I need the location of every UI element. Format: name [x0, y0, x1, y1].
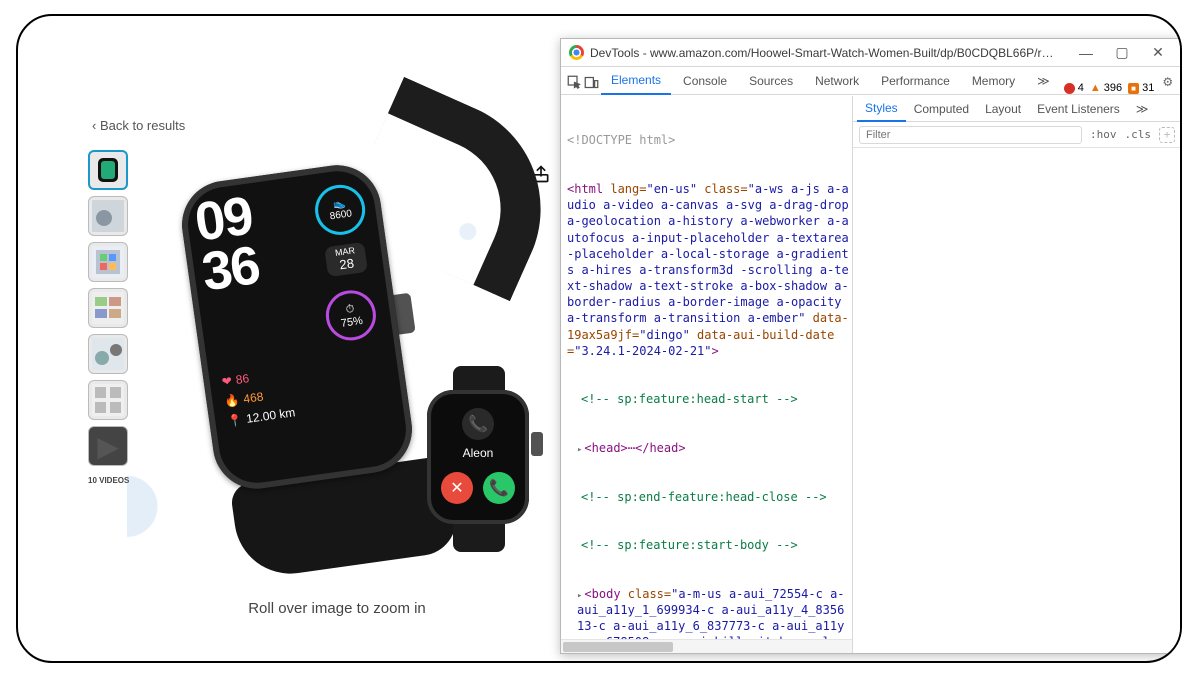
thumbnail-strip: ▶ 10 VIDEOS [88, 150, 129, 485]
thumbnail-video-label: 10 VIDEOS [88, 476, 129, 485]
tab-memory[interactable]: Memory [962, 68, 1025, 94]
watch2-body: 📞 Aleon ✕ 📞 [427, 390, 529, 524]
inspect-element-icon[interactable] [567, 72, 582, 94]
thumbnail-4[interactable] [88, 288, 128, 328]
side-tab-layout[interactable]: Layout [977, 97, 1029, 121]
tab-console[interactable]: Console [673, 68, 737, 94]
zoom-caption: Roll over image to zoom in [138, 600, 536, 617]
tab-network[interactable]: Network [805, 68, 869, 94]
elements-dom-tree[interactable]: <!DOCTYPE html> <html lang="en-us" class… [561, 96, 853, 653]
styles-filter-input[interactable] [859, 126, 1082, 144]
doctype-line: <!DOCTYPE html> [567, 132, 850, 148]
devtools-window: DevTools - www.amazon.com/Hoowel-Smart-W… [560, 38, 1182, 654]
back-to-results-link[interactable]: ‹ Back to results [92, 118, 185, 133]
back-label: Back to results [100, 118, 185, 133]
code-h-scrollbar[interactable] [561, 639, 852, 653]
date-pill: MAR28 [324, 242, 368, 277]
tab-elements[interactable]: Elements [601, 67, 671, 95]
comment-body-start: <!-- sp:feature:start-body --> [567, 537, 850, 553]
side-tab-styles[interactable]: Styles [857, 96, 906, 122]
watch-main-body: 09 36 👟8600 MAR28 ⏱75% ❤ 86 🔥 468 📍 12.0… [176, 160, 417, 495]
devtools-main-tabs: Elements Console Sources Network Perform… [561, 67, 1181, 95]
thumbnail-3[interactable] [88, 242, 128, 282]
chrome-logo-icon [569, 45, 584, 60]
maximize-button[interactable]: ▢ [1107, 44, 1137, 61]
tab-sources[interactable]: Sources [739, 68, 803, 94]
decline-call-button[interactable]: ✕ [441, 472, 473, 504]
close-button[interactable]: ✕ [1143, 44, 1173, 61]
side-tab-computed[interactable]: Computed [906, 97, 977, 121]
device-toolbar-icon[interactable] [584, 72, 599, 94]
steps-value: 8600 [329, 208, 353, 222]
hr-stat: ❤ 86 [221, 371, 250, 389]
cal-stat: 🔥 468 [224, 389, 265, 408]
side-tab-event-listeners[interactable]: Event Listeners [1029, 97, 1128, 121]
presentation-frame: ‹ Back to results ▶ 10 VIDEOS 09 36 [16, 14, 1182, 663]
dist-stat: 📍 12.00 km [227, 405, 297, 428]
thumbnail-video[interactable]: ▶ [88, 426, 128, 466]
hov-toggle[interactable]: :hov [1090, 128, 1117, 141]
incoming-call-icon: 📞 [462, 408, 494, 440]
new-style-rule-button[interactable]: + [1159, 127, 1175, 143]
comment-head-start: <!-- sp:feature:head-start --> [567, 391, 850, 407]
thumbnail-5[interactable] [88, 334, 128, 374]
percent-value: 75% [340, 314, 363, 329]
minimize-button[interactable]: — [1071, 45, 1101, 61]
tab-more[interactable]: ≫ [1027, 68, 1060, 94]
watch-face: 09 36 👟8600 MAR28 ⏱75% ❤ 86 🔥 468 📍 12.0… [192, 175, 402, 478]
tab-performance[interactable]: Performance [871, 68, 960, 94]
thumbnail-2[interactable] [88, 196, 128, 236]
watch2-band-bottom [453, 524, 505, 552]
cls-toggle[interactable]: .cls [1125, 128, 1152, 141]
issues-count: 31 [1142, 82, 1154, 94]
side-panel-tabs: Styles Computed Layout Event Listeners ≫ [853, 96, 1181, 122]
warnings-count: 396 [1104, 82, 1122, 94]
comment-head-close: <!-- sp:end-feature:head-close --> [567, 489, 850, 505]
settings-gear-icon[interactable]: ⚙ [1162, 72, 1173, 94]
kebab-menu-icon[interactable]: ⋮ [1175, 72, 1182, 94]
error-badges[interactable]: 4 ▲396 ■31 [1064, 82, 1161, 94]
styles-panel: Styles Computed Layout Event Listeners ≫… [853, 96, 1181, 653]
scrollbar-thumb[interactable] [563, 642, 673, 652]
product-page: ‹ Back to results ▶ 10 VIDEOS 09 36 [18, 16, 560, 661]
thumbnail-1[interactable] [88, 150, 128, 190]
watch2-crown [531, 432, 543, 456]
styles-filter-row: :hov .cls + [853, 122, 1181, 148]
head-line[interactable]: <head>⋯</head> [567, 440, 850, 456]
side-tab-more[interactable]: ≫ [1128, 97, 1157, 121]
caller-name: Aleon [441, 446, 515, 460]
devtools-titlebar[interactable]: DevTools - www.amazon.com/Hoowel-Smart-W… [561, 39, 1181, 67]
product-main-image[interactable]: 09 36 👟8600 MAR28 ⏱75% ❤ 86 🔥 468 📍 12.0… [141, 154, 539, 584]
thumbnail-6[interactable] [88, 380, 128, 420]
devtools-title: DevTools - www.amazon.com/Hoowel-Smart-W… [590, 46, 1065, 60]
percent-ring: ⏱75% [323, 287, 379, 343]
errors-count: 4 [1078, 82, 1084, 94]
html-open-line[interactable]: <html lang="en-us" class="a-ws a-js a-au… [567, 181, 850, 359]
watch-secondary: 📞 Aleon ✕ 📞 [419, 376, 537, 546]
accept-call-button[interactable]: 📞 [483, 472, 515, 504]
